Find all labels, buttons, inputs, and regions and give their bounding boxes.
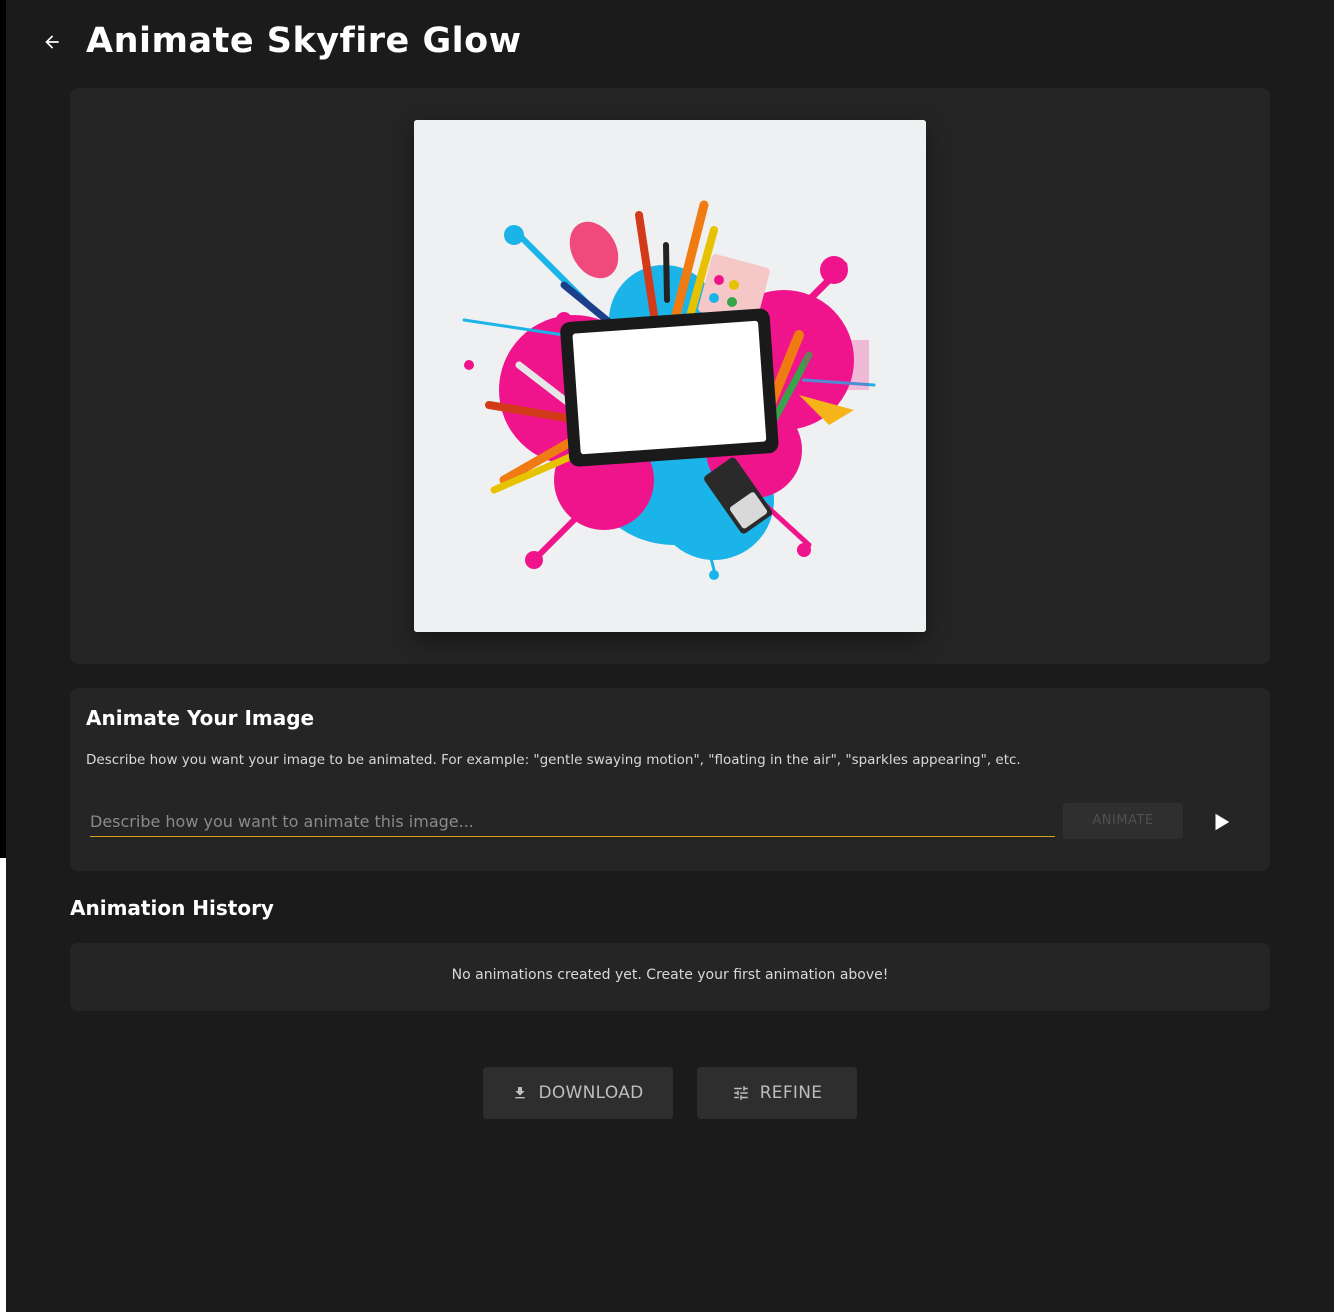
refine-button[interactable]: REFINE [697,1067,857,1119]
app-root: Animate Skyfire Glow Animate Your Image … [6,0,1334,1312]
play-button[interactable] [1205,806,1237,838]
page-title: Animate Skyfire Glow [86,21,522,61]
history-card: No animations created yet. Create your f… [70,943,1270,1011]
animation-prompt-input[interactable] [90,806,1055,837]
back-button[interactable] [38,28,66,56]
animate-description: Describe how you want your image to be a… [86,752,1021,768]
animate-card: Animate Your Image Describe how you want… [70,688,1270,871]
refine-label: REFINE [759,1083,823,1103]
tune-icon [732,1084,750,1102]
download-button[interactable]: DOWNLOAD [483,1067,673,1119]
history-section-title: Animation History [70,896,274,920]
animate-button[interactable]: ANIMATE [1063,803,1183,839]
preview-card [70,88,1270,664]
play-icon [1215,813,1230,831]
arrow-left-icon [45,35,59,49]
history-empty-message: No animations created yet. Create your f… [451,967,889,983]
download-label: DOWNLOAD [538,1083,644,1103]
artwork-preview-image [414,120,926,632]
animate-section-title: Animate Your Image [86,706,315,730]
download-icon [512,1085,528,1101]
